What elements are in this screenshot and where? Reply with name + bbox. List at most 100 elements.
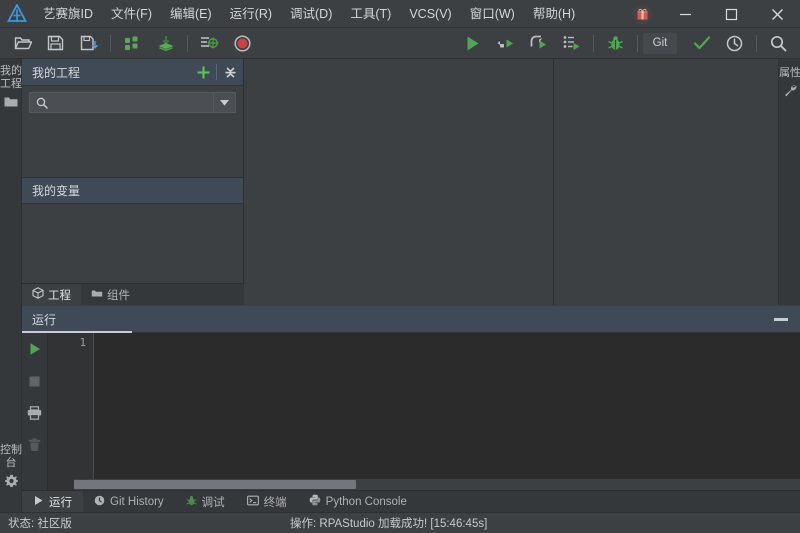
close-button[interactable] bbox=[754, 0, 800, 28]
record-button[interactable] bbox=[227, 31, 258, 56]
save-as-button[interactable] bbox=[73, 31, 104, 56]
run-button[interactable] bbox=[457, 31, 488, 56]
bottom-tab-terminal-label: 终端 bbox=[263, 496, 287, 509]
app-logo-icon bbox=[0, 0, 34, 28]
play-icon bbox=[33, 495, 44, 509]
console-side-toolbar bbox=[22, 333, 48, 490]
run-panel-minimize-button[interactable] bbox=[762, 306, 800, 333]
minimize-button[interactable] bbox=[662, 0, 708, 28]
play-icon bbox=[467, 36, 479, 50]
maximize-button[interactable] bbox=[708, 0, 754, 28]
console-clear-button[interactable] bbox=[25, 436, 45, 454]
folder-open-icon bbox=[14, 37, 32, 50]
install-package-button[interactable] bbox=[150, 31, 181, 56]
components-grid-icon bbox=[125, 36, 138, 50]
left-rail: 我的工程 控制台 bbox=[0, 59, 22, 512]
check-button[interactable] bbox=[686, 31, 717, 56]
bottom-tab-debug[interactable]: 调试 bbox=[175, 491, 236, 512]
menu-aisaiqi-id[interactable]: 艺赛旗ID bbox=[34, 0, 102, 28]
check-icon bbox=[693, 36, 710, 50]
rail-properties[interactable]: 属性 bbox=[779, 67, 800, 102]
search-icon bbox=[30, 97, 54, 109]
history-button[interactable] bbox=[719, 31, 750, 56]
status-bar: 状态: 社区版 操作: RPAStudio 加载成功! [15:46:45s] bbox=[0, 512, 800, 533]
collapse-all-icon bbox=[225, 66, 235, 78]
list-target-icon bbox=[201, 37, 219, 49]
search-button[interactable] bbox=[763, 31, 794, 56]
console-output[interactable]: 1 bbox=[48, 333, 800, 490]
status-text: 状态: 社区版 bbox=[8, 518, 72, 530]
step-out-button[interactable] bbox=[556, 31, 587, 56]
menu-items: 艺赛旗ID 文件(F) 编辑(E) 运行(R) 调试(D) 工具(T) VCS(… bbox=[34, 0, 584, 28]
variables-panel-header: 我的变量 bbox=[22, 177, 243, 204]
line-number: 1 bbox=[79, 337, 86, 349]
project-tree[interactable] bbox=[22, 113, 243, 176]
editor-canvas[interactable] bbox=[244, 59, 554, 305]
bottom-tab-run[interactable]: 运行 bbox=[22, 491, 83, 512]
project-dock: 我的工程 我的变量 工程 组件 bbox=[22, 59, 244, 305]
menu-run[interactable]: 运行(R) bbox=[221, 0, 281, 28]
debug-button[interactable] bbox=[600, 31, 631, 56]
save-button[interactable] bbox=[40, 31, 71, 56]
menu-edit[interactable]: 编辑(E) bbox=[161, 0, 221, 28]
menu-bar: 艺赛旗ID 文件(F) 编辑(E) 运行(R) 调试(D) 工具(T) VCS(… bbox=[0, 0, 800, 28]
menu-vcs[interactable]: VCS(V) bbox=[400, 0, 460, 28]
bottom-tab-python-console[interactable]: Python Console bbox=[298, 491, 418, 512]
trash-icon bbox=[28, 438, 41, 451]
console-print-button[interactable] bbox=[25, 404, 45, 422]
git-button[interactable]: Git bbox=[643, 32, 677, 54]
rail-console[interactable]: 控制台 bbox=[0, 444, 22, 492]
menu-help[interactable]: 帮助(H) bbox=[524, 0, 584, 28]
wrench-icon bbox=[783, 84, 797, 102]
run-panel-header: 运行 bbox=[22, 306, 800, 333]
bottom-tab-python-console-label: Python Console bbox=[325, 495, 407, 508]
terminal-icon bbox=[246, 495, 259, 509]
console-hscroll-thumb[interactable] bbox=[74, 480, 356, 489]
step-into-button[interactable] bbox=[490, 31, 521, 56]
element-capture-button[interactable] bbox=[194, 31, 225, 56]
rail-console-label: 控制台 bbox=[0, 444, 22, 469]
tab-components[interactable]: 组件 bbox=[81, 284, 140, 305]
chevron-down-icon bbox=[220, 100, 229, 106]
menu-tools[interactable]: 工具(T) bbox=[341, 0, 400, 28]
search-input[interactable] bbox=[54, 93, 213, 112]
gift-button[interactable] bbox=[622, 0, 662, 28]
cube-icon bbox=[32, 287, 44, 302]
menu-window[interactable]: 窗口(W) bbox=[461, 0, 524, 28]
project-dock-tabs: 工程 组件 bbox=[22, 283, 244, 305]
editor-canvas-right[interactable] bbox=[555, 59, 778, 305]
record-circle-icon bbox=[234, 34, 251, 52]
tab-project[interactable]: 工程 bbox=[22, 284, 81, 305]
rpastudio-window: 艺赛旗ID 文件(F) 编辑(E) 运行(R) 调试(D) 工具(T) VCS(… bbox=[0, 0, 800, 533]
bottom-tab-git-history[interactable]: Git History bbox=[83, 491, 175, 512]
variables-panel-title: 我的变量 bbox=[32, 184, 81, 198]
project-panel-title: 我的工程 bbox=[32, 65, 81, 80]
close-icon bbox=[771, 8, 783, 20]
bug-icon bbox=[186, 495, 197, 509]
main-toolbar: Git bbox=[0, 28, 800, 59]
rail-my-project[interactable]: 我的工程 bbox=[0, 65, 22, 113]
menu-file[interactable]: 文件(F) bbox=[102, 0, 161, 28]
right-rail: 属性 bbox=[778, 59, 800, 305]
add-project-button[interactable] bbox=[190, 59, 216, 86]
menu-debug[interactable]: 调试(D) bbox=[281, 0, 341, 28]
step-over-button[interactable] bbox=[523, 31, 554, 56]
search-filter-caret[interactable] bbox=[213, 93, 235, 112]
project-search-box[interactable] bbox=[29, 92, 236, 113]
download-layers-icon bbox=[158, 36, 173, 51]
console-stop-button[interactable] bbox=[25, 372, 45, 390]
step-out-icon bbox=[563, 36, 579, 50]
bottom-tab-terminal[interactable]: 终端 bbox=[236, 491, 298, 512]
folder-icon bbox=[4, 95, 18, 113]
toolbar-separator bbox=[593, 34, 594, 52]
console-run-button[interactable] bbox=[25, 340, 45, 358]
step-over-icon bbox=[530, 35, 546, 49]
window-controls bbox=[622, 0, 800, 28]
floppy-save-as-icon bbox=[80, 35, 98, 51]
components-button[interactable] bbox=[117, 31, 148, 56]
variables-list[interactable] bbox=[22, 204, 243, 277]
open-project-button[interactable] bbox=[7, 31, 38, 56]
minimize-icon bbox=[679, 13, 691, 15]
python-icon bbox=[309, 494, 321, 509]
collapse-all-button[interactable] bbox=[217, 59, 243, 86]
